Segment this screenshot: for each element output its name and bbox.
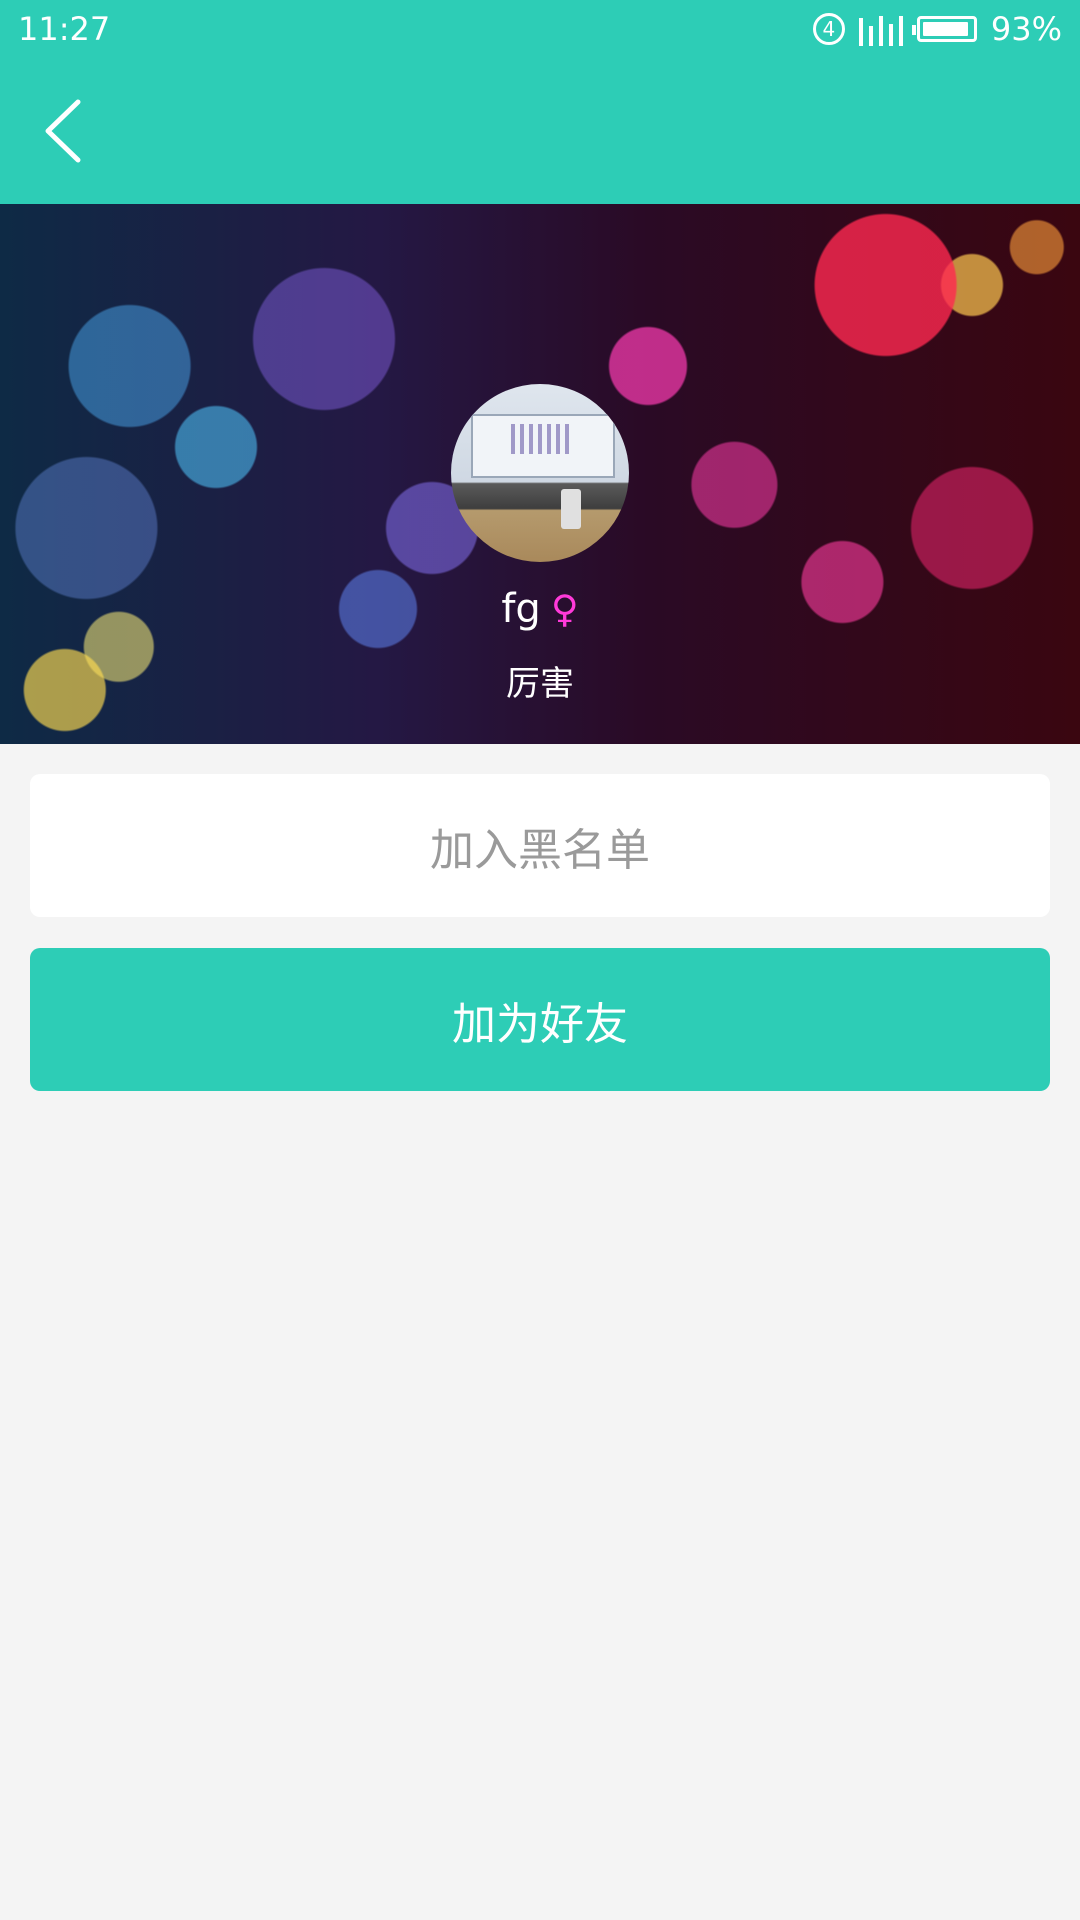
avatar-photo-object <box>561 489 581 529</box>
battery-fill <box>922 22 968 36</box>
signal-icon <box>858 12 903 46</box>
profile-name: fg <box>501 586 541 632</box>
battery-icon <box>911 16 977 42</box>
status-time: 11:27 <box>18 10 111 48</box>
female-gender-icon: ♀ <box>550 587 579 631</box>
back-button[interactable] <box>40 96 90 166</box>
add-to-blacklist-button[interactable]: 加入黑名单 <box>30 774 1050 917</box>
profile-signature: 厉害 <box>506 664 574 704</box>
profile-header: fg ♀ 厉害 <box>0 204 1080 744</box>
add-to-blacklist-label: 加入黑名单 <box>430 824 650 876</box>
network-badge-icon: 4 <box>812 13 845 45</box>
network-badge-text: 4 <box>822 17 836 41</box>
avatar[interactable] <box>451 384 629 562</box>
battery-percent: 93% <box>990 10 1062 48</box>
add-friend-label: 加为好友 <box>452 998 628 1050</box>
avatar-photo-detail <box>511 424 571 454</box>
profile-name-row: fg ♀ <box>0 586 1080 632</box>
status-icons: 4 93% <box>812 10 1062 48</box>
status-bar: 11:27 4 93% <box>0 0 1080 62</box>
add-friend-button[interactable]: 加为好友 <box>30 948 1050 1091</box>
chevron-left-icon <box>45 99 81 163</box>
top-app-bar: 11:27 4 93% <box>0 0 1080 204</box>
